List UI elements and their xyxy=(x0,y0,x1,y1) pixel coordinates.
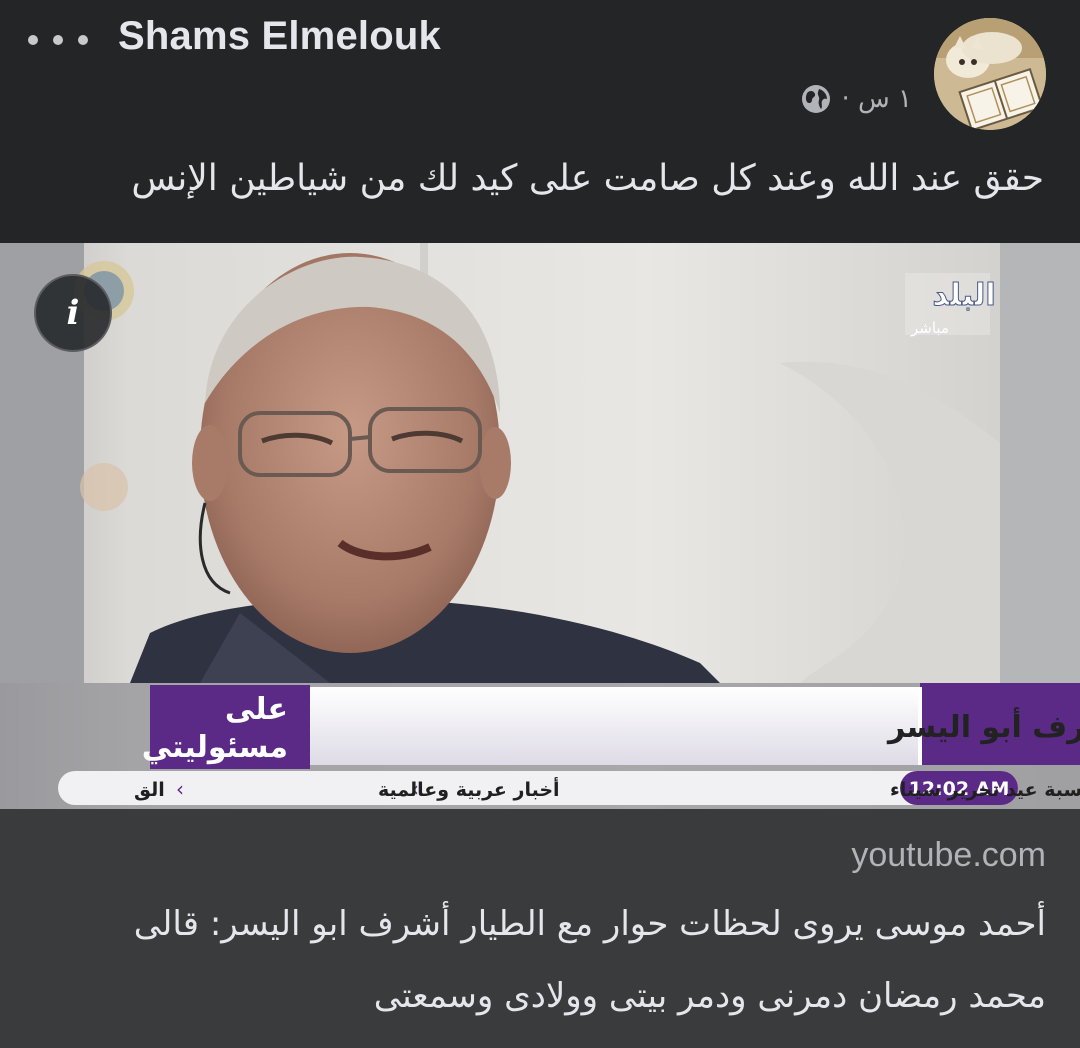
ticker-item: أجازة بأجر للقطاع الخاص بمناسبة عيد تحري… xyxy=(890,777,1080,801)
video-frame: البلد مباشر آخر ظهور للطيار الراحل أشرف … xyxy=(0,243,1080,809)
program-title-line1: على xyxy=(225,692,288,727)
ticker-item: أخبار عربية وعالمية xyxy=(378,777,560,801)
link-title[interactable]: أحمد موسى يروى لحظات حوار مع الطيار أشرف… xyxy=(86,888,1046,1032)
channel-sub-label: مباشر xyxy=(910,319,949,337)
globe-icon xyxy=(802,85,831,113)
channel-logo: البلد xyxy=(932,278,995,313)
avatar-image xyxy=(934,18,1046,130)
more-options-button[interactable] xyxy=(28,24,88,56)
news-headline: آخر ظهور للطيار الراحل أشرف أبو اليسر xyxy=(886,707,1080,745)
avatar[interactable] xyxy=(934,18,1046,130)
more-dot-icon xyxy=(28,35,38,45)
more-dot-icon xyxy=(78,35,88,45)
info-icon[interactable]: i xyxy=(34,274,112,352)
link-domain[interactable]: youtube.com xyxy=(851,836,1046,875)
post-meta: ١ س · xyxy=(801,84,912,114)
video-thumbnail[interactable]: البلد مباشر آخر ظهور للطيار الراحل أشرف … xyxy=(0,243,1080,809)
post-timestamp[interactable]: ١ س · xyxy=(841,84,912,114)
program-title-line2: مسئوليتي xyxy=(142,730,288,765)
ticker-separator-icon: ‹ xyxy=(176,777,184,801)
post-text: حقق عند الله وعند كل صامت على كيد لك من … xyxy=(131,158,1044,199)
ticker-item: الق xyxy=(134,779,165,801)
more-dot-icon xyxy=(53,35,63,45)
author-name[interactable]: Shams Elmelouk xyxy=(118,14,441,59)
